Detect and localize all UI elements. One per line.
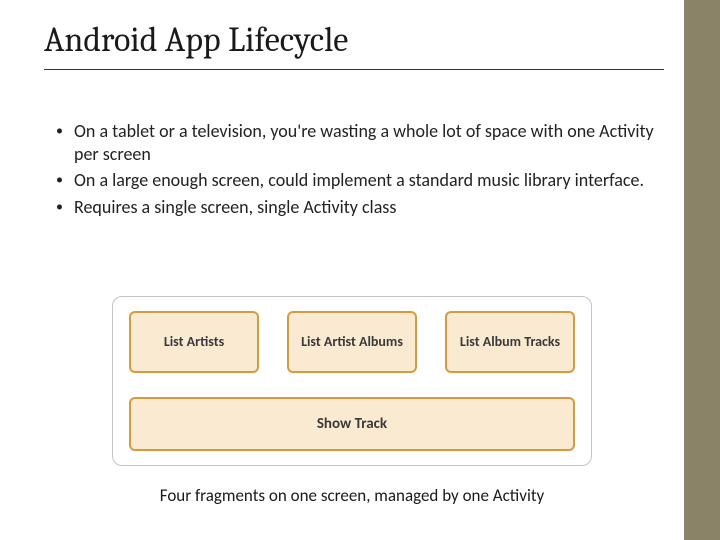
bullet-item: On a large enough screen, could implemen… <box>56 169 656 192</box>
fragment-box-wide: Show Track <box>129 397 575 451</box>
bullet-list: On a tablet or a television, you're wast… <box>56 120 656 222</box>
title-underline <box>44 69 664 70</box>
bullet-item: Requires a single screen, single Activit… <box>56 196 656 219</box>
fragment-box: List Album Tracks <box>445 311 575 373</box>
slide-title: Android App Lifecycle <box>44 22 664 59</box>
fragment-row-top: List Artists List Artist Albums List Alb… <box>129 311 575 373</box>
fragment-row-bottom: Show Track <box>129 397 575 451</box>
activity-container-box: List Artists List Artist Albums List Alb… <box>112 296 592 466</box>
diagram-caption: Four fragments on one screen, managed by… <box>22 485 682 506</box>
fragment-box: List Artist Albums <box>287 311 417 373</box>
bullet-item: On a tablet or a television, you're wast… <box>56 120 656 165</box>
slide: Android App Lifecycle On a tablet or a t… <box>0 0 720 540</box>
title-block: Android App Lifecycle <box>44 22 664 70</box>
side-accent-stripe <box>684 0 720 540</box>
fragment-box: List Artists <box>129 311 259 373</box>
diagram: List Artists List Artist Albums List Alb… <box>22 290 682 516</box>
